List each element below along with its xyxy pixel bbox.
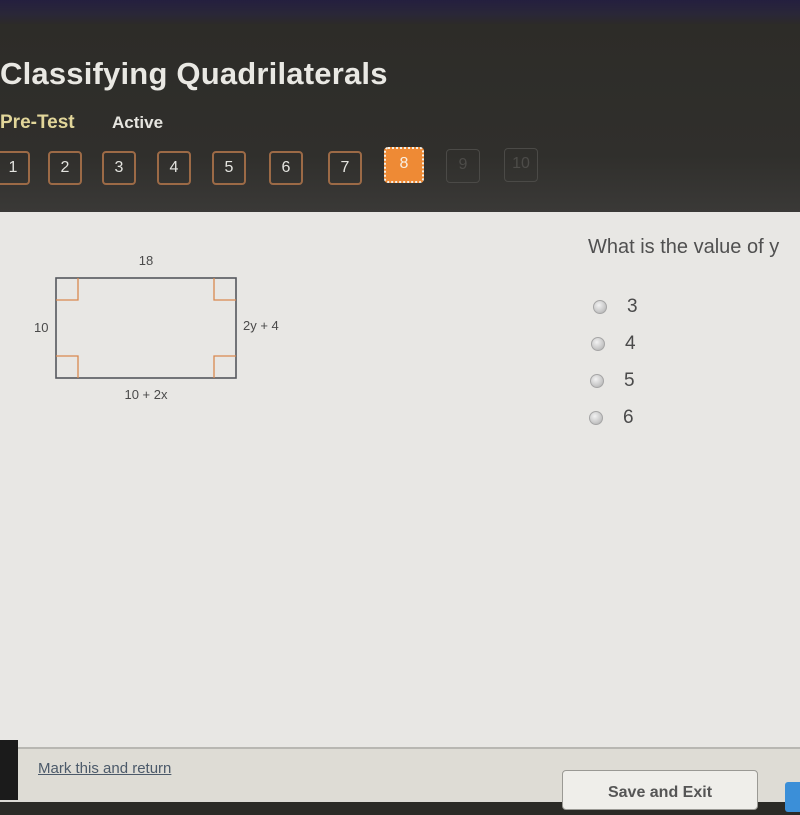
rectangle-diagram: 18 10 2y + 4 10 + 2x — [24, 250, 304, 415]
answer-option-label: 4 — [625, 332, 636, 354]
mark-this-and-return-link[interactable]: Mark this and return — [38, 760, 171, 777]
bottom-side-label: 10 + 2x — [124, 387, 168, 402]
right-angle-mark-bottom-left — [56, 355, 79, 378]
question-button-2[interactable]: 2 — [48, 151, 82, 185]
next-button[interactable] — [785, 782, 800, 812]
answer-option-label: 5 — [624, 369, 635, 391]
answer-option[interactable]: 4 — [590, 325, 638, 362]
activity-status: Active — [112, 113, 164, 132]
screen-bezel-edge — [0, 740, 18, 800]
right-angle-mark-bottom-right — [213, 355, 236, 378]
answer-option-label: 6 — [623, 406, 634, 428]
right-angle-mark-top-left — [56, 278, 79, 301]
question-button-4[interactable]: 4 — [157, 151, 191, 185]
question-text: What is the value of y — [588, 236, 780, 258]
radio-button[interactable] — [593, 299, 607, 314]
answer-options: 3 4 5 6 — [589, 288, 638, 436]
top-side-label: 18 — [139, 253, 153, 268]
right-side-label: 2y + 4 — [243, 318, 279, 333]
radio-button[interactable] — [591, 336, 605, 351]
question-button-3[interactable]: 3 — [102, 151, 136, 185]
radio-button[interactable] — [590, 373, 604, 388]
question-button-7[interactable]: 7 — [328, 151, 362, 185]
question-button-8-current[interactable]: 8 — [384, 147, 424, 183]
left-side-label: 10 — [34, 320, 48, 335]
save-and-exit-button[interactable]: Save and Exit — [562, 770, 758, 810]
screen-top-edge — [0, 0, 800, 24]
answer-option[interactable]: 6 — [589, 399, 638, 436]
page-title: Classifying Quadrilaterals — [0, 56, 388, 91]
answer-option[interactable]: 3 — [590, 288, 638, 325]
right-angle-mark-top-right — [213, 278, 236, 301]
question-navigation: 1 2 3 4 5 6 7 8 9 10 — [0, 147, 560, 187]
question-button-5[interactable]: 5 — [212, 151, 246, 185]
question-button-9: 9 — [446, 149, 480, 183]
question-button-1[interactable]: 1 — [0, 151, 30, 185]
answer-option-label: 3 — [627, 295, 638, 317]
question-button-6[interactable]: 6 — [269, 151, 303, 185]
rectangle-shape — [55, 277, 237, 379]
question-button-10: 10 — [504, 148, 538, 182]
answer-option[interactable]: 5 — [590, 362, 638, 399]
radio-button[interactable] — [589, 410, 603, 425]
activity-subtitle: Pre-Test — [0, 112, 75, 133]
